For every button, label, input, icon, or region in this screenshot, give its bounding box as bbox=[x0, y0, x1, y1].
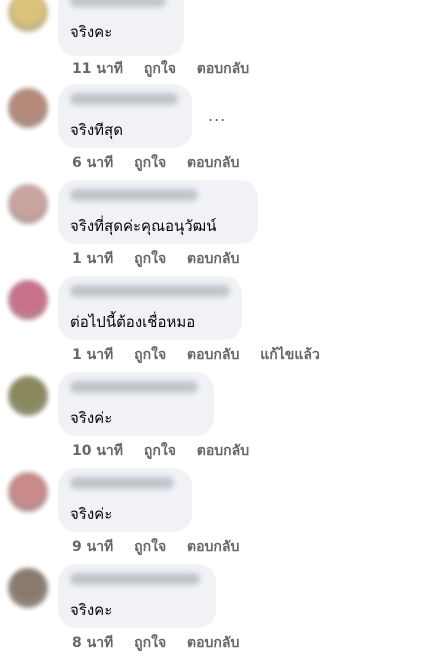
avatar[interactable] bbox=[8, 376, 48, 416]
comment-time[interactable]: 6 นาที bbox=[72, 155, 113, 171]
reply-button[interactable]: ตอบกลับ bbox=[187, 539, 239, 555]
reply-button[interactable]: ตอบกลับ bbox=[187, 251, 239, 267]
comment-text: จริงค่ะ bbox=[70, 505, 113, 523]
comment-bubble: จริงค่ะ bbox=[58, 468, 192, 532]
reply-button[interactable]: ตอบกลับ bbox=[187, 155, 239, 171]
comment-bubble: จริงทีสุด bbox=[58, 84, 192, 148]
like-button[interactable]: ถูกใจ bbox=[134, 635, 166, 651]
comment-time[interactable]: 11 นาที bbox=[72, 61, 123, 77]
author-name-blurred[interactable] bbox=[70, 189, 198, 201]
avatar[interactable] bbox=[8, 184, 48, 224]
reply-button[interactable]: ตอบกลับ bbox=[197, 443, 249, 459]
reply-button[interactable]: ตอบกลับ bbox=[187, 347, 239, 363]
author-name-blurred[interactable] bbox=[70, 381, 198, 393]
author-name-blurred[interactable] bbox=[70, 285, 230, 297]
more-options-icon[interactable]: ... bbox=[208, 106, 226, 125]
comment-actions: 1 นาที ถูกใจ ตอบกลับ bbox=[72, 250, 255, 268]
comment-bubble: จริงคะ bbox=[58, 564, 216, 628]
author-name-blurred[interactable] bbox=[70, 0, 166, 7]
comment-feed: จริงคะ 11 นาที ถูกใจ ตอบกลับ จริงทีสุด .… bbox=[0, 0, 440, 656]
like-button[interactable]: ถูกใจ bbox=[144, 61, 176, 77]
avatar[interactable] bbox=[8, 280, 48, 320]
like-button[interactable]: ถูกใจ bbox=[134, 347, 166, 363]
author-name-blurred[interactable] bbox=[70, 93, 178, 105]
edited-label[interactable]: แก้ไขแล้ว bbox=[260, 347, 320, 363]
comment-text: จริงที่สุดค่ะคุณอนุวัฒน์ bbox=[70, 217, 217, 235]
comment-time[interactable]: 9 นาที bbox=[72, 539, 113, 555]
comment-bubble: จริงที่สุดค่ะคุณอนุวัฒน์ bbox=[58, 180, 258, 244]
comment-actions: 6 นาที ถูกใจ ตอบกลับ bbox=[72, 154, 255, 172]
avatar[interactable] bbox=[8, 568, 48, 608]
comment-bubble: จริงค่ะ bbox=[58, 372, 214, 436]
reply-button[interactable]: ตอบกลับ bbox=[187, 635, 239, 651]
comment-text: จริงค่ะ bbox=[70, 409, 113, 427]
comment-actions: 1 นาที ถูกใจ ตอบกลับ แก้ไขแล้ว bbox=[72, 346, 336, 364]
comment-bubble: จริงคะ bbox=[58, 0, 184, 56]
comment-actions: 9 นาที ถูกใจ ตอบกลับ bbox=[72, 538, 255, 556]
comment-actions: 10 นาที ถูกใจ ตอบกลับ bbox=[72, 442, 265, 460]
like-button[interactable]: ถูกใจ bbox=[134, 155, 166, 171]
comment-time[interactable]: 8 นาที bbox=[72, 635, 113, 651]
comment-text: จริงคะ bbox=[70, 23, 113, 41]
avatar[interactable] bbox=[8, 0, 48, 32]
like-button[interactable]: ถูกใจ bbox=[134, 251, 166, 267]
like-button[interactable]: ถูกใจ bbox=[134, 539, 166, 555]
comment-text: จริงคะ bbox=[70, 601, 113, 619]
avatar[interactable] bbox=[8, 88, 48, 128]
comment-actions: 8 นาที ถูกใจ ตอบกลับ bbox=[72, 634, 255, 652]
comment-text: จริงทีสุด bbox=[70, 121, 123, 139]
comment-time[interactable]: 1 นาที bbox=[72, 251, 113, 267]
comment-time[interactable]: 1 นาที bbox=[72, 347, 113, 363]
avatar[interactable] bbox=[8, 472, 48, 512]
comment-actions: 11 นาที ถูกใจ ตอบกลับ bbox=[72, 60, 265, 78]
comment-time[interactable]: 10 นาที bbox=[72, 443, 123, 459]
author-name-blurred[interactable] bbox=[70, 477, 174, 489]
author-name-blurred[interactable] bbox=[70, 573, 200, 585]
comment-bubble: ต่อไปนี้ต้องเชื่อหมอ bbox=[58, 276, 242, 340]
like-button[interactable]: ถูกใจ bbox=[144, 443, 176, 459]
comment-text: ต่อไปนี้ต้องเชื่อหมอ bbox=[70, 313, 196, 331]
reply-button[interactable]: ตอบกลับ bbox=[197, 61, 249, 77]
